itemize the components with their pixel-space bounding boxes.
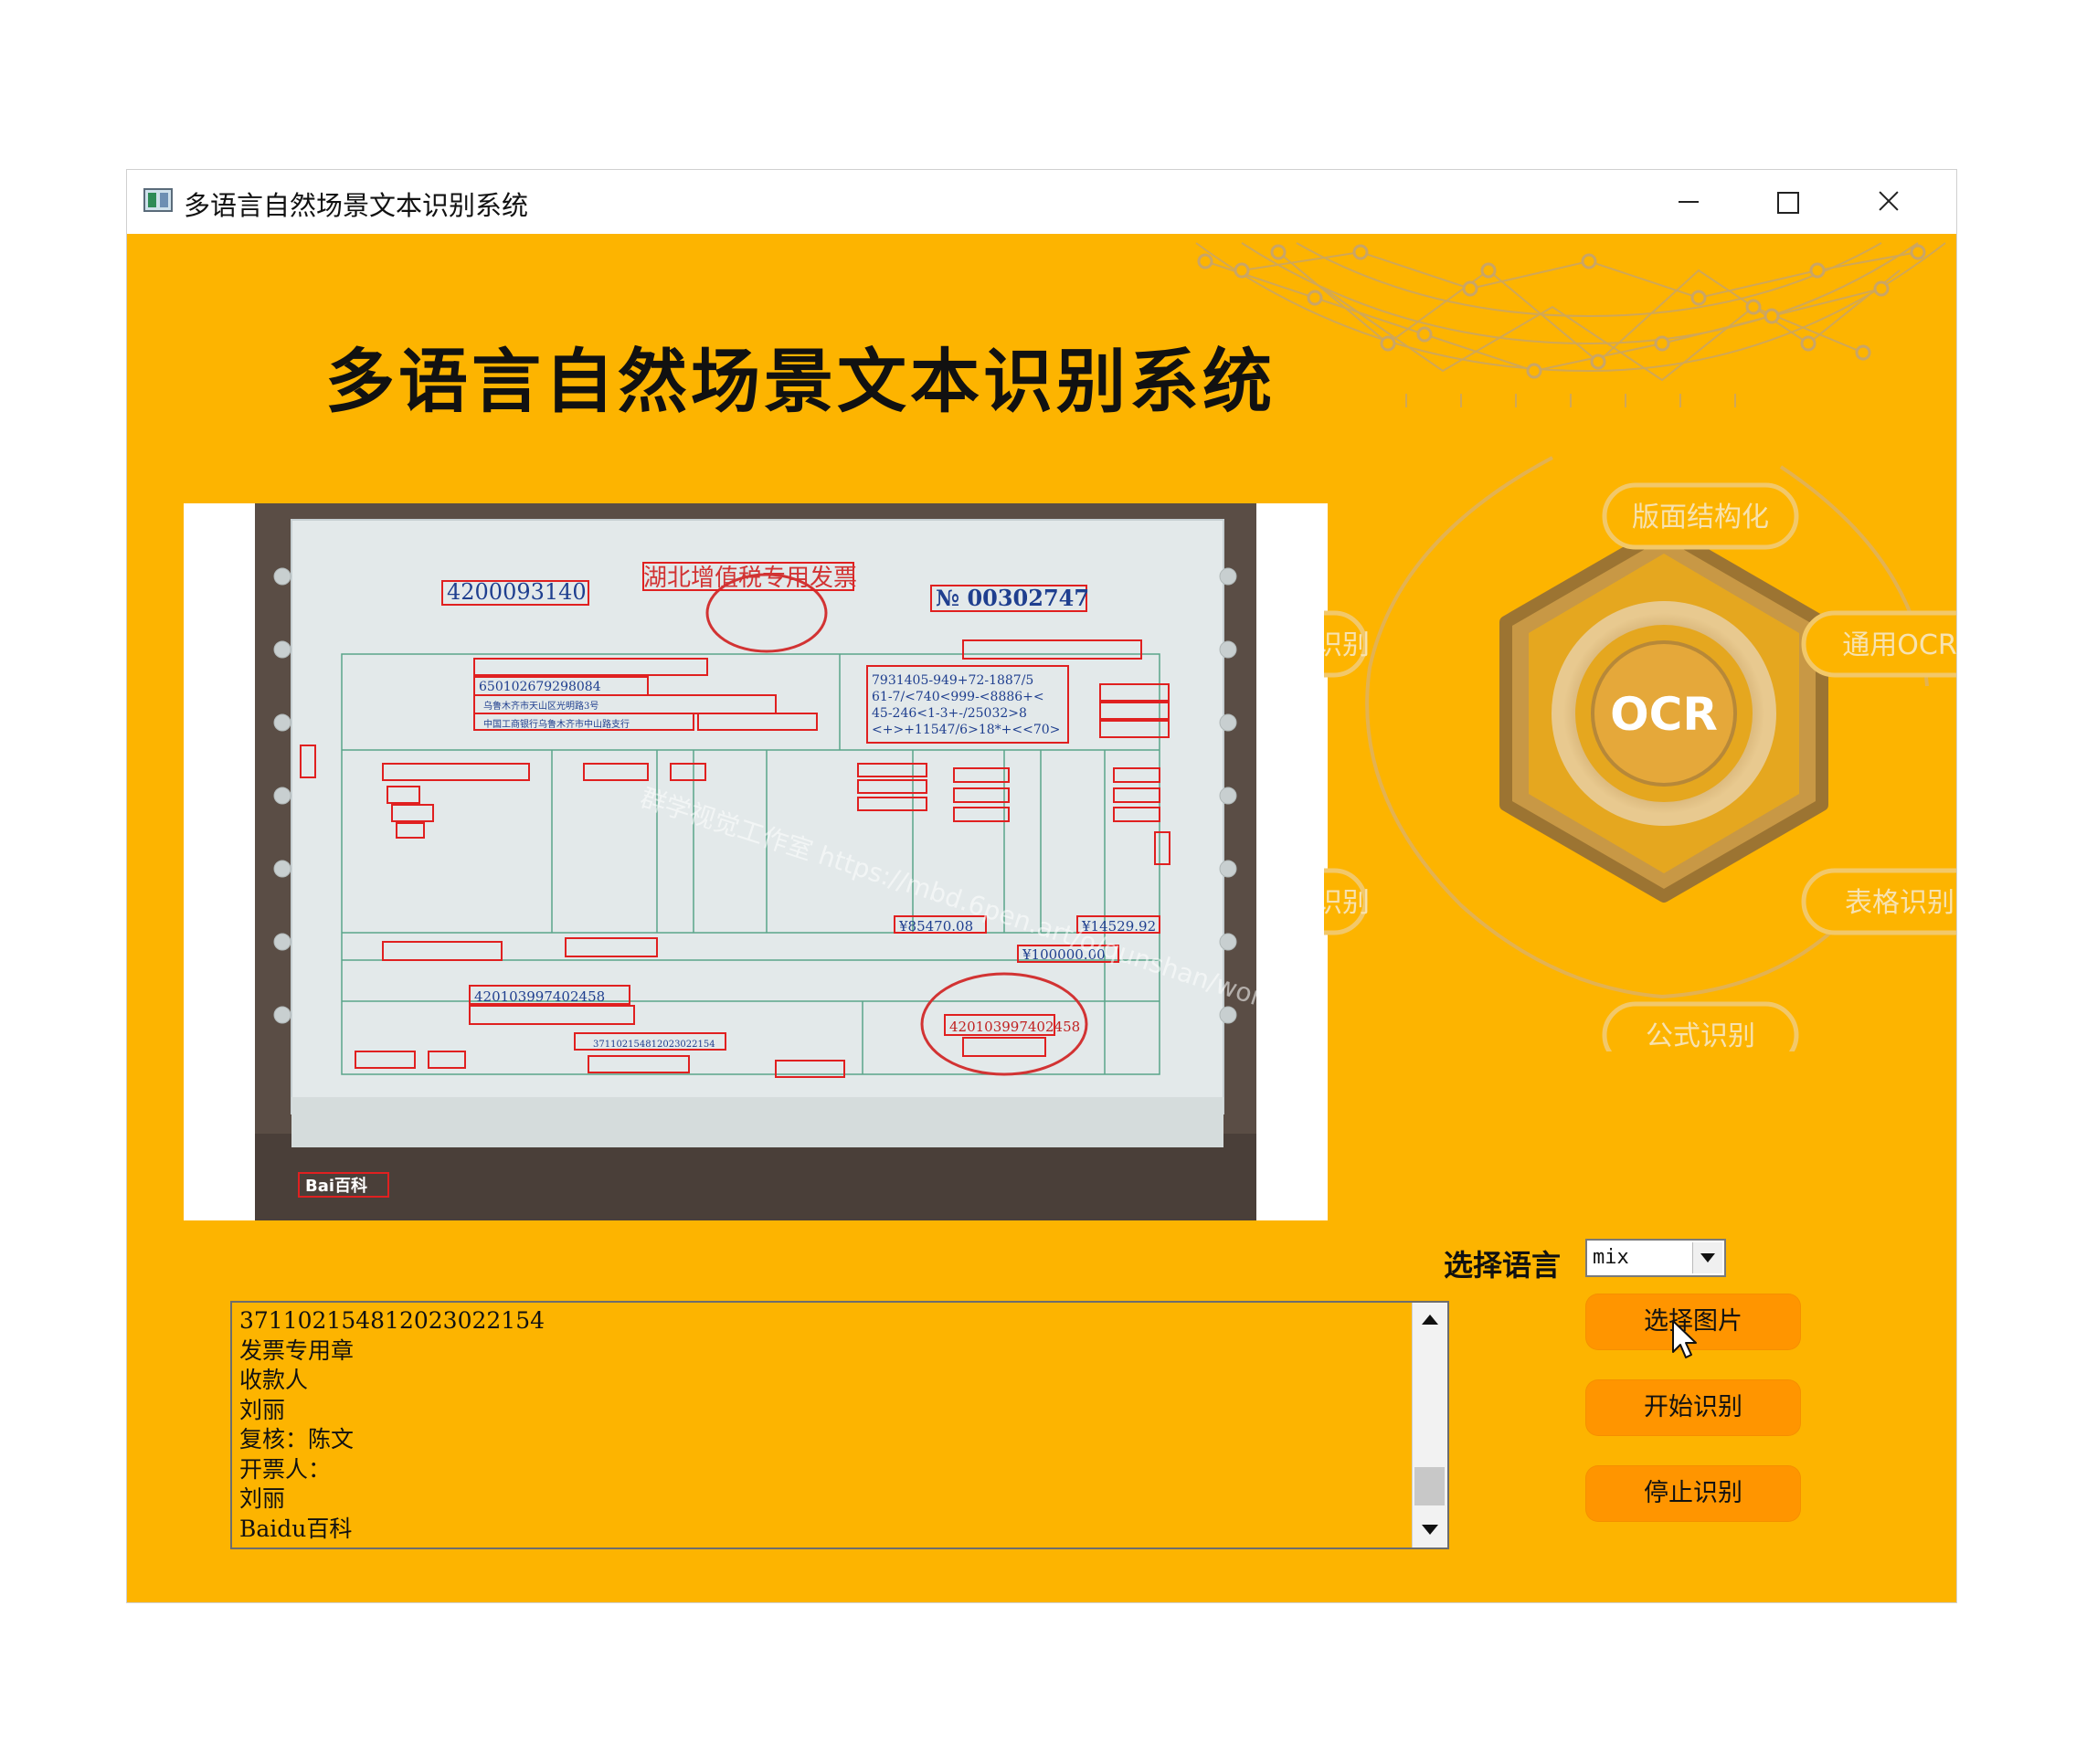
svg-text:650102679298084: 650102679298084 — [479, 680, 601, 694]
result-line: 发票专用章 — [239, 1336, 355, 1364]
feature-table: 表格识别 — [1845, 887, 1954, 919]
result-line: Baidu百科 — [239, 1515, 353, 1542]
language-selected-value: mix — [1593, 1246, 1629, 1269]
svg-text:<+>+11547/6>18*+<<70>: <+>+11547/6>18*+<<70> — [872, 723, 1060, 737]
network-mesh-decoration — [1195, 242, 1946, 407]
feature-left-bottom: 识别 — [1324, 887, 1370, 919]
stop-recognition-button[interactable]: 停止识别 — [1585, 1465, 1801, 1522]
svg-text:420103997402458: 420103997402458 — [474, 988, 605, 1005]
scroll-down-arrow-icon[interactable] — [1413, 1513, 1447, 1547]
app-icon — [143, 188, 173, 212]
feature-layout: 版面结构化 — [1632, 502, 1769, 533]
close-button[interactable] — [1859, 179, 1914, 223]
ocr-center-label: OCR — [1610, 688, 1718, 741]
baidu-logo: Bai百科 — [305, 1176, 367, 1196]
title-bar[interactable]: 多语言自然场景文本识别系统 — [127, 170, 1956, 234]
result-line: 复核：陈文 — [239, 1426, 355, 1452]
feature-left-top: 识别 — [1324, 629, 1370, 661]
result-line: 371102154812023022154 — [239, 1307, 545, 1334]
language-select[interactable]: mix — [1585, 1239, 1726, 1277]
result-line: 开票人： — [239, 1455, 332, 1483]
minimize-button[interactable] — [1660, 179, 1715, 223]
svg-text:61-7/<740<999-<8886+<: 61-7/<740<999-<8886+< — [872, 690, 1044, 704]
mouse-cursor-icon — [1672, 1320, 1697, 1358]
svg-text:45-246<1-3+-/25032>8: 45-246<1-3+-/25032>8 — [872, 706, 1027, 721]
svg-text:420103997402458: 420103997402458 — [949, 1019, 1080, 1035]
svg-text:371102154812023022154: 371102154812023022154 — [593, 1040, 715, 1050]
svg-text:中国工商银行乌鲁木齐市中山路支行: 中国工商银行乌鲁木齐市中山路支行 — [483, 718, 630, 730]
result-lines: 371102154812023022154 发票专用章 收款人 刘丽 复核：陈文… — [239, 1306, 1409, 1544]
result-line: 收款人 — [239, 1367, 309, 1393]
result-scrollbar[interactable] — [1412, 1303, 1447, 1547]
scroll-thumb[interactable] — [1414, 1467, 1445, 1505]
main-panel: 多语言自然场景文本识别系统 4200093140 № 00302747 6501… — [127, 234, 1956, 1602]
svg-text:4200093140: 4200093140 — [447, 579, 587, 605]
svg-text:7931405-949+72-1887/5: 7931405-949+72-1887/5 — [872, 673, 1033, 688]
page-title: 多语言自然场景文本识别系统 — [325, 341, 1276, 422]
detected-invoice-image: 4200093140 № 00302747 650102679298084 乌鲁… — [255, 503, 1256, 1220]
feature-general-ocr: 通用OCR — [1842, 629, 1956, 661]
ocr-feature-graphic: OCR 版面结构化 通用OCR 表格识别 公式识别 识别 识别 — [1324, 456, 1956, 1051]
window-title: 多语言自然场景文本识别系统 — [184, 190, 529, 221]
language-label: 选择语言 — [1444, 1248, 1562, 1283]
svg-text:¥85470.08: ¥85470.08 — [898, 918, 973, 935]
result-line: 刘丽 — [239, 1396, 286, 1423]
feature-formula: 公式识别 — [1646, 1020, 1755, 1051]
start-recognition-button[interactable]: 开始识别 — [1585, 1379, 1801, 1436]
result-textbox[interactable]: 371102154812023022154 发票专用章 收款人 刘丽 复核：陈文… — [230, 1301, 1449, 1549]
svg-text:乌鲁木齐市天山区光明路3号: 乌鲁木齐市天山区光明路3号 — [483, 700, 598, 712]
scroll-up-arrow-icon[interactable] — [1413, 1303, 1447, 1337]
chevron-down-icon[interactable] — [1692, 1242, 1722, 1273]
app-window: 多语言自然场景文本识别系统 多语言自然场景文本识别系统 4200093140 №… — [126, 169, 1957, 1603]
svg-text:№ 00302747: № 00302747 — [936, 585, 1089, 611]
maximize-button[interactable] — [1759, 179, 1814, 223]
svg-text:湖北增值税专用发票: 湖北增值税专用发票 — [643, 565, 857, 592]
result-line: 刘丽 — [239, 1485, 286, 1512]
